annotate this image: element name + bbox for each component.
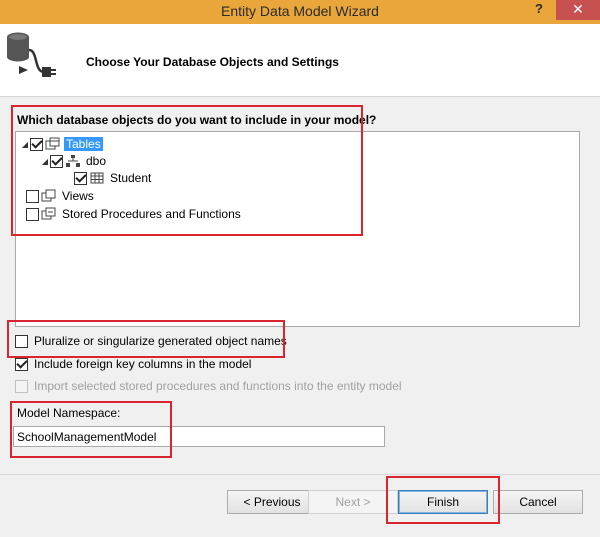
dbo-checkbox[interactable] bbox=[50, 154, 63, 168]
pluralize-option[interactable]: Pluralize or singularize generated objec… bbox=[15, 333, 287, 349]
next-button: Next > bbox=[308, 490, 398, 514]
window-title: Entity Data Model Wizard bbox=[221, 3, 379, 19]
page-heading: Choose Your Database Objects and Setting… bbox=[86, 55, 339, 69]
tree-node-procedures[interactable]: Stored Procedures and Functions bbox=[26, 206, 243, 222]
procedures-checkbox[interactable] bbox=[26, 207, 39, 221]
tree-node-views[interactable]: Views bbox=[26, 188, 96, 204]
expand-down-icon[interactable]: ◢ bbox=[40, 157, 50, 166]
expand-down-icon[interactable]: ◢ bbox=[20, 140, 30, 149]
help-button[interactable]: ? bbox=[528, 0, 550, 20]
tree-label-procedures: Stored Procedures and Functions bbox=[62, 207, 241, 221]
objects-question: Which database objects do you want to in… bbox=[17, 113, 377, 127]
finish-button[interactable]: Finish bbox=[398, 490, 488, 514]
title-bar: Entity Data Model Wizard ? ✕ bbox=[0, 0, 600, 24]
tree-node-tables[interactable]: ◢ Tables bbox=[20, 136, 103, 152]
pluralize-label: Pluralize or singularize generated objec… bbox=[34, 334, 287, 348]
foreign-keys-checkbox[interactable] bbox=[15, 357, 28, 371]
procedures-icon bbox=[41, 207, 56, 220]
foreign-keys-label: Include foreign key columns in the model bbox=[34, 357, 252, 371]
schema-icon bbox=[66, 155, 80, 167]
student-checkbox[interactable] bbox=[74, 171, 87, 185]
cancel-button[interactable]: Cancel bbox=[493, 490, 583, 514]
namespace-label: Model Namespace: bbox=[17, 406, 121, 420]
tables-checkbox[interactable] bbox=[30, 137, 43, 151]
database-connector-icon bbox=[7, 32, 56, 77]
foreign-keys-option[interactable]: Include foreign key columns in the model bbox=[15, 356, 251, 372]
tree-label-tables: Tables bbox=[64, 137, 103, 151]
table-icon bbox=[90, 172, 104, 184]
tables-icon bbox=[45, 137, 60, 150]
database-objects-tree[interactable]: ◢ Tables ◢ dbo Student Views Stored Proc… bbox=[15, 131, 580, 327]
import-procedures-option: Import selected stored procedures and fu… bbox=[15, 378, 402, 394]
tree-label-dbo: dbo bbox=[86, 154, 107, 168]
tree-node-dbo[interactable]: ◢ dbo bbox=[40, 153, 108, 169]
close-button[interactable]: ✕ bbox=[556, 0, 600, 20]
namespace-input[interactable] bbox=[13, 426, 385, 447]
views-checkbox[interactable] bbox=[26, 189, 39, 203]
pluralize-checkbox[interactable] bbox=[15, 334, 28, 348]
wizard-header: Choose Your Database Objects and Setting… bbox=[0, 24, 600, 97]
previous-button[interactable]: < Previous bbox=[227, 490, 317, 514]
tree-node-student[interactable]: Student bbox=[64, 170, 153, 186]
views-icon bbox=[41, 189, 56, 202]
tree-label-views: Views bbox=[62, 189, 94, 203]
import-procedures-checkbox bbox=[15, 379, 28, 393]
import-procedures-label: Import selected stored procedures and fu… bbox=[34, 379, 402, 393]
tree-label-student: Student bbox=[110, 171, 152, 185]
footer-divider bbox=[0, 474, 600, 475]
